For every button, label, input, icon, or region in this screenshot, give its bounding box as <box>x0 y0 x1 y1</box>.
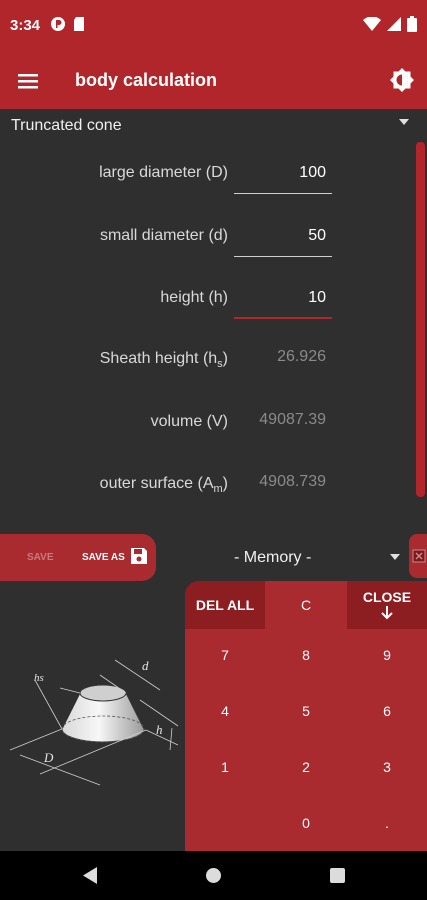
diagram-label-d: d <box>142 658 149 673</box>
label-end: ) <box>222 475 228 492</box>
status-bar: 3:34 <box>0 0 427 52</box>
shape-selected-value: Truncated cone <box>11 117 122 134</box>
key-5[interactable]: 5 <box>266 687 346 735</box>
field-large-diameter: large diameter (D) 100 <box>0 152 340 194</box>
system-icons <box>363 16 417 32</box>
key-1[interactable]: 1 <box>185 743 265 791</box>
memory-dropdown[interactable]: - Memory - <box>234 549 311 567</box>
notification-icons <box>50 16 86 32</box>
key-close[interactable]: CLOSE <box>347 581 427 629</box>
field-volume: volume (V) 49087.39 <box>0 401 340 441</box>
battery-icon <box>407 16 417 32</box>
field-label: small diameter (d) <box>99 227 228 244</box>
scrollbar[interactable] <box>416 142 425 497</box>
cell-signal-icon <box>387 17 401 31</box>
page-title: body calculation <box>75 70 218 90</box>
sheath-height-result: 26.926 <box>277 348 326 365</box>
key-9[interactable]: 9 <box>347 631 427 679</box>
small-diameter-input[interactable]: 50 <box>234 225 332 257</box>
key-2[interactable]: 2 <box>266 743 346 791</box>
dropdown-arrow-icon <box>399 119 409 125</box>
wifi-icon <box>363 17 381 31</box>
key-decimal[interactable]: . <box>347 799 427 847</box>
field-sheath-height: Sheath height (hs) 26.926 <box>0 338 340 378</box>
menu-icon[interactable] <box>14 69 44 93</box>
label-subscript: m <box>213 483 223 496</box>
system-nav-bar <box>0 851 427 900</box>
key-4[interactable]: 4 <box>185 687 265 735</box>
field-label: large diameter (D) <box>99 164 228 181</box>
numeric-keypad: DEL ALL C CLOSE 7 8 9 4 5 6 1 2 3 0 . <box>185 581 427 851</box>
notification-app-icon <box>51 17 65 31</box>
close-label: CLOSE <box>362 589 412 605</box>
truncated-cone-diagram: D d h hs <box>9 658 179 786</box>
field-label: outer surface (Am) <box>100 475 228 495</box>
diagram-label-hs: hs <box>34 672 44 684</box>
volume-result: 49087.39 <box>259 411 326 428</box>
field-label: volume (V) <box>150 413 228 430</box>
label-text: Sheath height (h <box>99 350 218 367</box>
home-icon[interactable] <box>206 868 221 883</box>
height-input[interactable]: 10 <box>234 287 332 319</box>
field-outer-surface: outer surface (Am) 4908.739 <box>0 463 340 503</box>
save-button[interactable]: SAVE <box>27 552 54 563</box>
field-small-diameter: small diameter (d) 50 <box>0 215 340 257</box>
field-label: Sheath height (hs) <box>100 350 228 370</box>
back-icon[interactable] <box>83 867 98 884</box>
label-end: ) <box>222 350 228 367</box>
app-bar: body calculation <box>0 52 427 109</box>
delete-icon <box>412 549 426 563</box>
large-diameter-input[interactable]: 100 <box>234 162 332 194</box>
field-height: height (h) 10 <box>0 277 340 319</box>
key-6[interactable]: 6 <box>347 687 427 735</box>
field-label: height (h) <box>160 289 228 306</box>
memory-delete-button[interactable] <box>409 534 427 578</box>
key-8[interactable]: 8 <box>266 631 346 679</box>
key-0[interactable]: 0 <box>266 799 346 847</box>
brightness-icon[interactable] <box>389 67 415 93</box>
arrow-down-icon <box>381 606 393 620</box>
key-7[interactable]: 7 <box>185 631 265 679</box>
label-text: outer surface (A <box>99 475 214 492</box>
memory-dropdown-arrow-icon[interactable] <box>389 553 401 561</box>
outer-surface-result: 4908.739 <box>259 473 326 490</box>
floppy-disk-icon[interactable] <box>129 546 149 566</box>
key-clear[interactable]: C <box>266 581 346 629</box>
save-panel: SAVE SAVE AS <box>0 534 156 581</box>
recent-apps-icon[interactable] <box>330 868 345 883</box>
status-time: 3:34 <box>10 17 41 34</box>
diagram-label-D: D <box>43 750 54 765</box>
diagram-label-h: h <box>156 722 163 737</box>
sd-card-icon <box>74 17 84 31</box>
shape-dropdown[interactable]: Truncated cone <box>0 110 427 142</box>
key-3[interactable]: 3 <box>347 743 427 791</box>
key-del-all[interactable]: DEL ALL <box>185 581 265 629</box>
save-as-button[interactable]: SAVE AS <box>82 552 125 563</box>
